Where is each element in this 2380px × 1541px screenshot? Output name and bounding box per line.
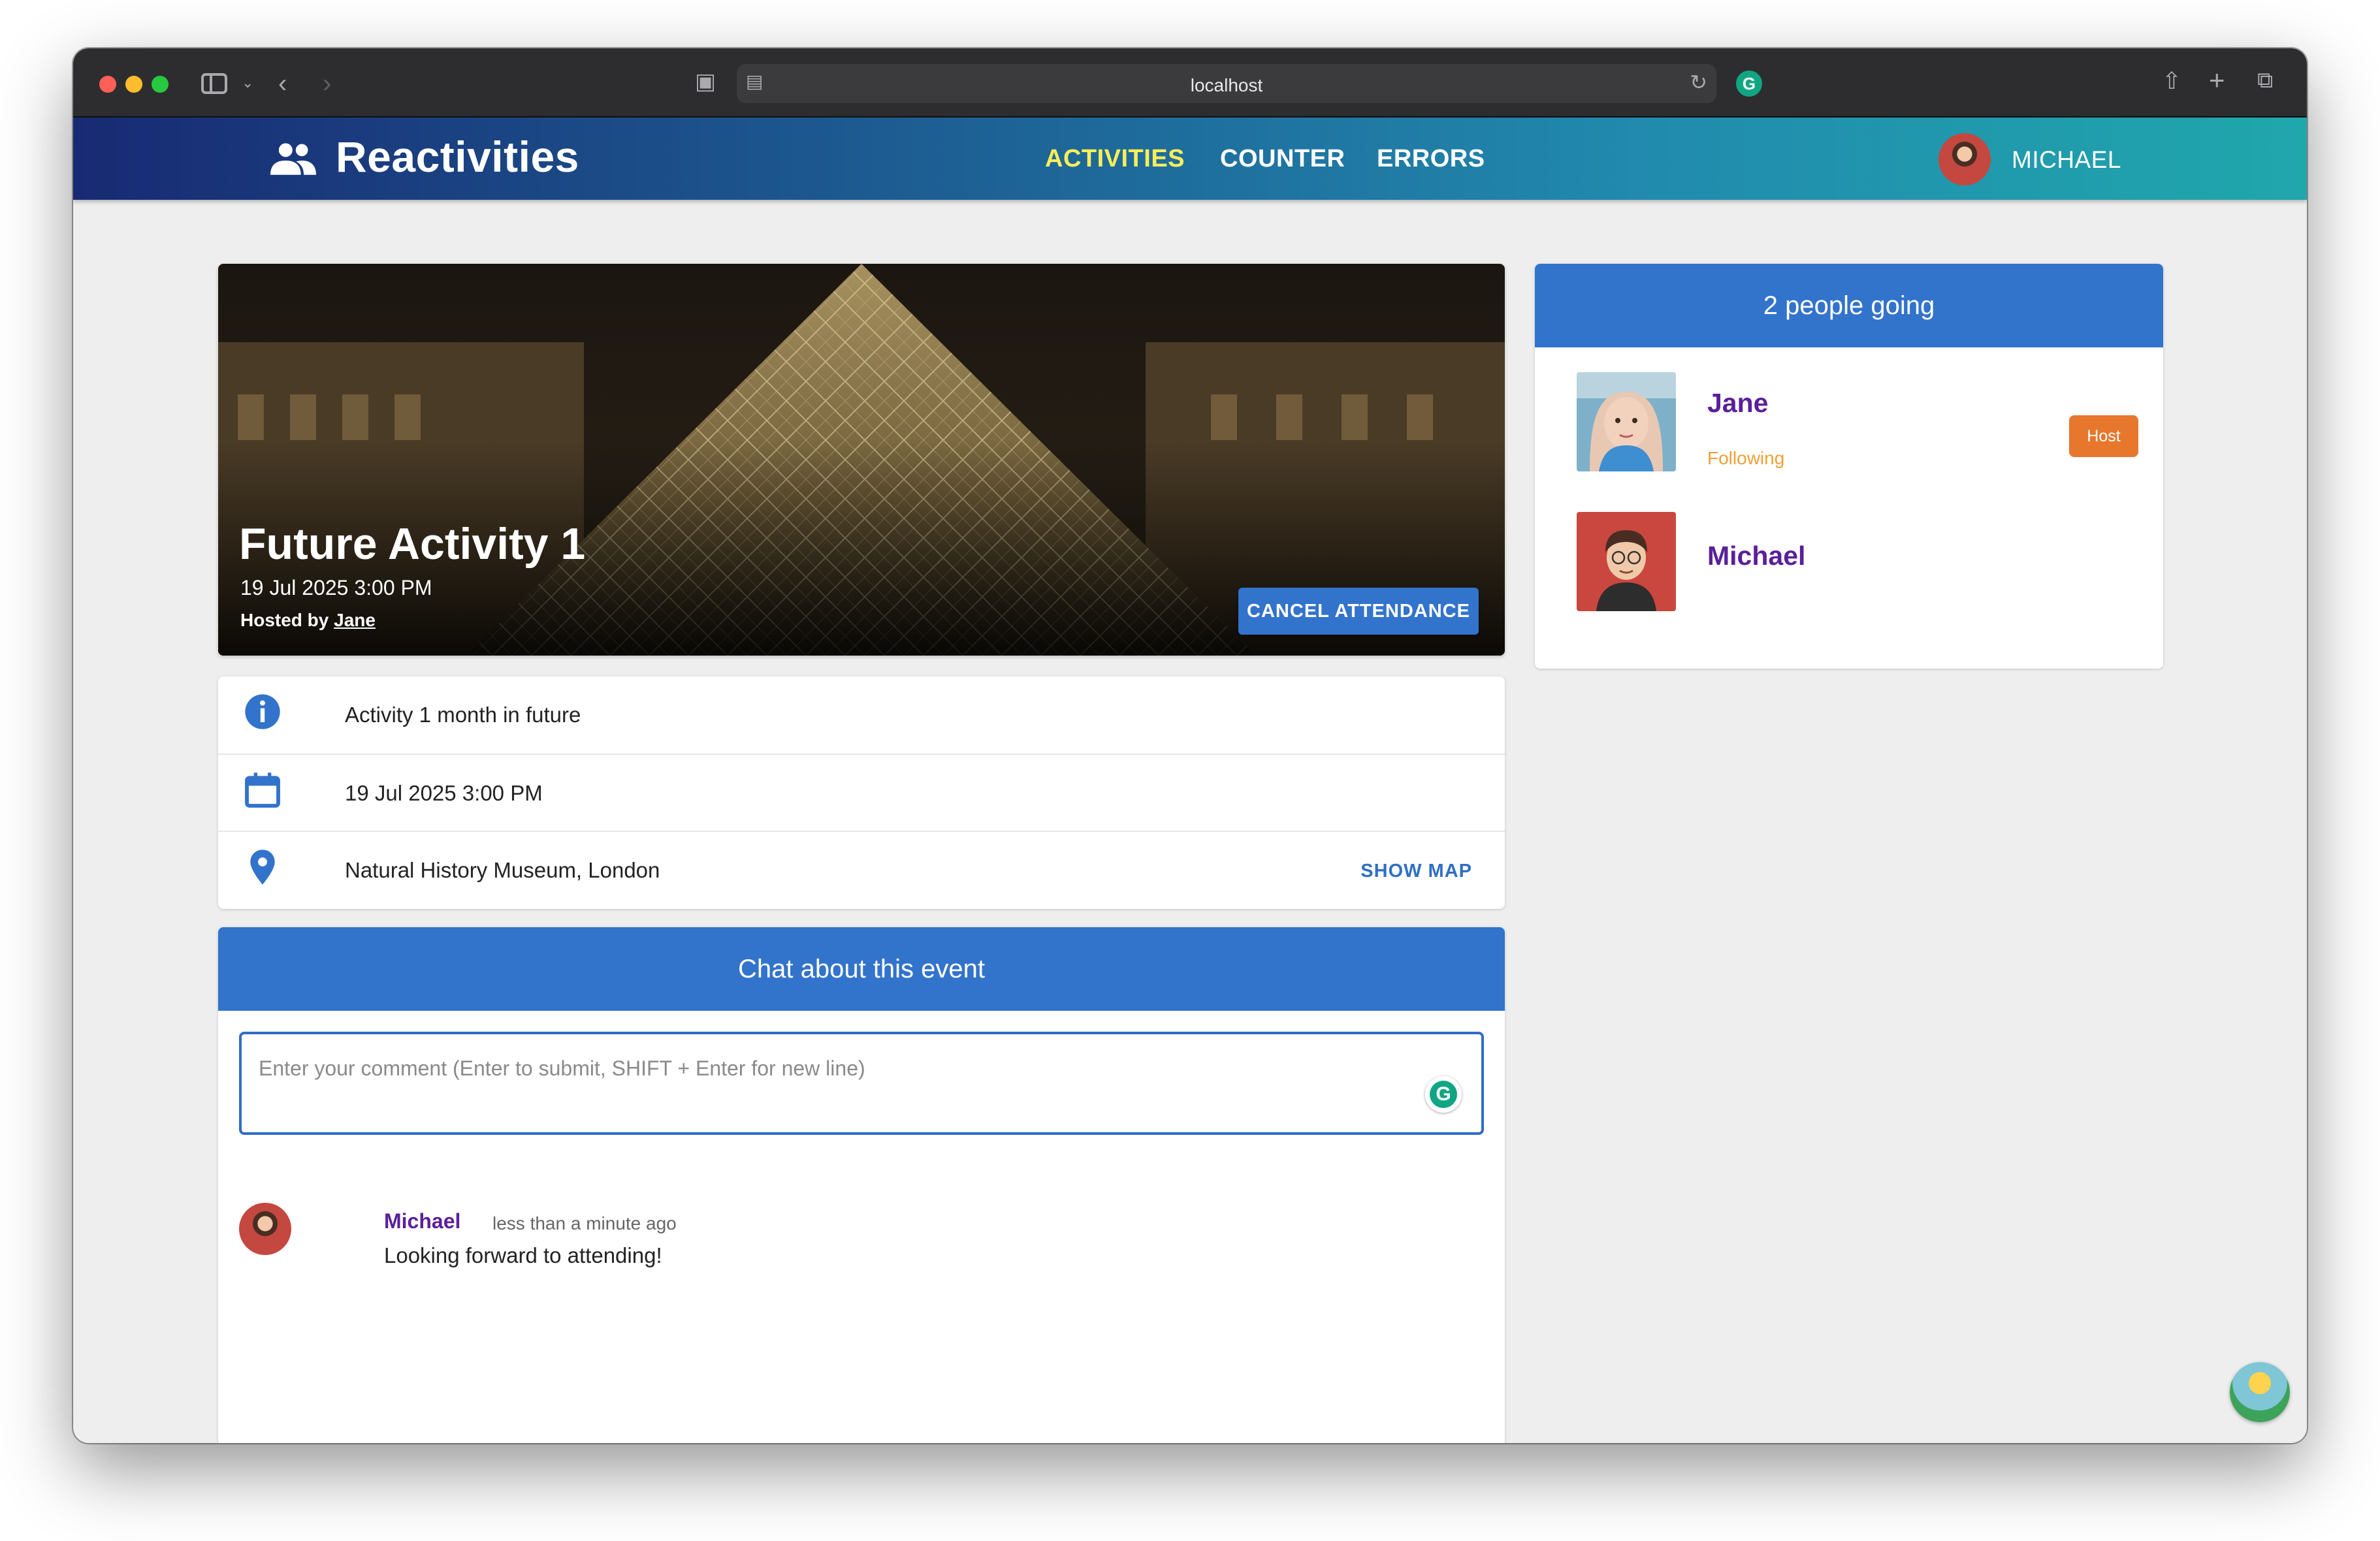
comment-input[interactable]: Enter your comment (Enter to submit, SHI…: [239, 1032, 1484, 1135]
browser-window: ⌄ ‹ › ▣ ▤ localhost ↻ G ⇧ + ⧉ Reactiviti…: [73, 48, 2307, 1443]
floating-extension-icon[interactable]: [2230, 1362, 2290, 1422]
sidebar-toggle-icon[interactable]: [201, 73, 227, 94]
hosted-by: Hosted by Jane: [240, 610, 376, 631]
calendar-icon: [245, 772, 280, 808]
zoom-window-button[interactable]: [152, 76, 169, 93]
attendee-photo-michael: [1577, 512, 1676, 611]
browser-toolbar: ⌄ ‹ › ▣ ▤ localhost ↻ G ⇧ + ⧉: [73, 48, 2307, 118]
attendee-photo-jane: [1577, 372, 1676, 471]
activity-header-card: Future Activity 1 19 Jul 2025 3:00 PM Ho…: [218, 264, 1505, 656]
share-icon[interactable]: ⇧: [2162, 69, 2181, 93]
comment-placeholder: Enter your comment (Enter to submit, SHI…: [259, 1056, 865, 1080]
avatar[interactable]: [1938, 133, 1991, 185]
privacy-report-icon[interactable]: ▣: [695, 71, 716, 93]
attendees-title: 2 people going: [1535, 264, 2163, 347]
comment-author[interactable]: Michael: [384, 1209, 460, 1233]
show-map-button[interactable]: SHOW MAP: [1360, 861, 1472, 882]
activity-title: Future Activity 1: [239, 519, 586, 569]
activity-info-card: Activity 1 month in future 19 Jul 2025 3…: [218, 676, 1505, 909]
host-badge: Host: [2069, 415, 2138, 457]
attendee-name-jane[interactable]: Jane: [1707, 388, 1768, 419]
host-link[interactable]: Jane: [334, 610, 376, 630]
url-text: localhost: [1190, 75, 1263, 95]
attendee-name-michael[interactable]: Michael: [1707, 541, 1805, 571]
nav-counter[interactable]: COUNTER: [1220, 145, 1345, 173]
nav-errors[interactable]: ERRORS: [1377, 145, 1485, 173]
new-tab-icon[interactable]: +: [2209, 67, 2225, 94]
close-window-button[interactable]: [99, 76, 116, 93]
hosted-by-label: Hosted by: [240, 610, 334, 630]
cancel-attendance-button[interactable]: CANCEL ATTENDANCE: [1238, 588, 1479, 635]
address-bar[interactable]: ▤ localhost ↻: [737, 64, 1716, 103]
nav-activities[interactable]: ACTIVITIES: [1045, 145, 1185, 173]
activity-description: Activity 1 month in future: [345, 703, 581, 727]
info-icon: [245, 694, 280, 729]
group-icon: [270, 143, 316, 175]
tab-overview-icon[interactable]: ⧉: [2257, 69, 2273, 91]
description-row: Activity 1 month in future: [218, 676, 1505, 754]
chat-card: Chat about this event Enter your comment…: [218, 927, 1505, 1443]
app-brand[interactable]: Reactivities: [336, 132, 579, 182]
grammarly-extension-icon[interactable]: G: [1736, 71, 1762, 97]
app-navbar: Reactivities ACTIVITIES COUNTER ERRORS M…: [73, 118, 2307, 200]
activity-date-detail: 19 Jul 2025 3:00 PM: [345, 781, 543, 805]
venue-row: Natural History Museum, London SHOW MAP: [218, 831, 1505, 908]
chat-title: Chat about this event: [218, 927, 1505, 1011]
back-icon[interactable]: ‹: [278, 71, 287, 97]
reload-icon[interactable]: ↻: [1690, 72, 1707, 93]
attendees-card: 2 people going Jane Following Host Micha…: [1535, 264, 2163, 669]
grammarly-icon[interactable]: G: [1425, 1076, 1462, 1113]
comment-body: Looking forward to attending!: [384, 1243, 662, 1267]
chevron-down-icon[interactable]: ⌄: [242, 76, 253, 90]
avatar: [239, 1203, 291, 1255]
forward-icon[interactable]: ›: [323, 71, 331, 97]
user-menu[interactable]: MICHAEL: [2012, 146, 2121, 174]
following-label: Following: [1707, 448, 1785, 468]
activity-date: 19 Jul 2025 3:00 PM: [240, 576, 432, 599]
minimize-window-button[interactable]: [125, 76, 142, 93]
date-row: 19 Jul 2025 3:00 PM: [218, 754, 1505, 831]
location-pin-icon: [250, 850, 275, 885]
activity-venue: Natural History Museum, London: [345, 858, 660, 882]
comment-time: less than a minute ago: [492, 1213, 677, 1233]
